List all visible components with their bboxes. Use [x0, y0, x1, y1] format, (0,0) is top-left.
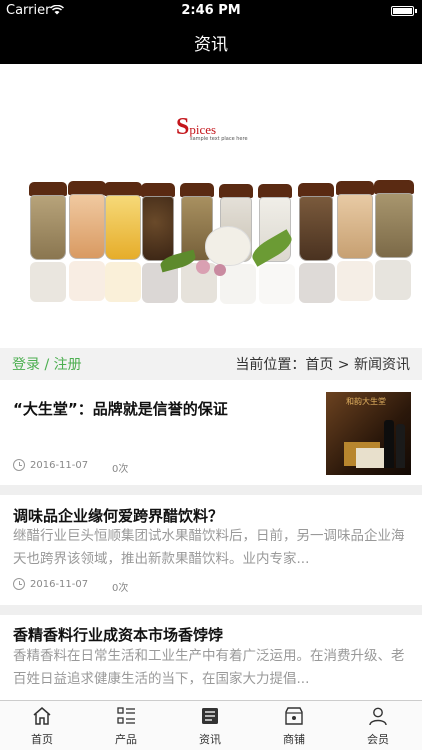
page-title: 资讯 [194, 35, 228, 55]
spice-jar [298, 183, 335, 303]
login-register-link[interactable]: 登录 / 注册 [12, 354, 82, 374]
news-description: 香精香料在日常生活和工业生产中有着广泛运用。在消费升级、老百姓日益追求健康生活的… [13, 648, 405, 687]
logo-initial: S [176, 114, 190, 140]
battery-icon [391, 6, 417, 16]
tab-bar: 首页 产品 资讯 商铺 会员 [0, 700, 422, 750]
spice-jar [374, 180, 414, 300]
breadcrumb-bar: 登录 / 注册 当前位置：首页 > 新闻资讯 [0, 348, 422, 380]
logo-subtitle: sample text place here [190, 136, 248, 142]
view-count: 0次 [112, 583, 129, 594]
news-item[interactable]: 香精香料行业成资本市场香饽饽 香精香料在日常生活和工业生产中有着广泛运用。在消费… [0, 615, 422, 700]
news-date: 2016-11-07 [13, 459, 88, 471]
tab-news[interactable]: 资讯 [168, 701, 252, 750]
news-icon [202, 708, 218, 724]
divider [0, 485, 422, 495]
tab-label: 资讯 [199, 733, 221, 746]
garlic-decoration [205, 226, 251, 266]
news-item[interactable]: “大生堂”：品牌就是信誉的保证 2016-11-07 0次 和韵大生堂 [0, 380, 422, 485]
store-icon [285, 707, 303, 725]
clock-icon [13, 578, 25, 590]
view-count: 0次 [112, 464, 129, 475]
flower-decoration [196, 260, 210, 274]
spice-jar [29, 182, 67, 302]
news-title: 调味品企业缘何爱跨界醋饮料？ [13, 507, 224, 525]
spice-jar [141, 183, 178, 303]
tab-label: 会员 [367, 733, 389, 746]
top-bar: Carrier 2:46 PM 资讯 [0, 0, 422, 64]
spice-jar [336, 181, 374, 301]
thumbnail-text: 和韵大生堂 [346, 397, 386, 406]
spices-logo: Spices sample text place here [176, 114, 248, 142]
spice-jar [68, 181, 106, 301]
news-title: “大生堂”：品牌就是信誉的保证 [13, 400, 228, 418]
clock-icon [13, 459, 25, 471]
home-icon [33, 707, 51, 725]
news-thumbnail: 和韵大生堂 [326, 392, 411, 475]
tab-label: 首页 [31, 733, 53, 746]
flower-decoration [214, 264, 226, 276]
tab-label: 商铺 [283, 733, 305, 746]
spices-banner[interactable]: Spices sample text place here [0, 64, 422, 348]
spice-jar [104, 182, 142, 302]
tab-store[interactable]: 商铺 [252, 701, 336, 750]
list-icon [117, 707, 135, 724]
news-date: 2016-11-07 [13, 578, 88, 590]
clock-time: 2:46 PM [181, 3, 241, 18]
tab-products[interactable]: 产品 [84, 701, 168, 750]
status-bar: Carrier 2:46 PM [0, 0, 422, 22]
news-description: 继醋行业巨头恒顺集团试水果醋饮料后，日前，另一调味品企业海天也跨界该领域，推出新… [13, 528, 405, 567]
tab-home[interactable]: 首页 [0, 701, 84, 750]
user-icon [369, 707, 387, 726]
breadcrumb: 当前位置：首页 > 新闻资讯 [235, 357, 410, 373]
divider [0, 605, 422, 615]
news-title: 香精香料行业成资本市场香饽饽 [13, 626, 224, 644]
tab-member[interactable]: 会员 [336, 701, 420, 750]
logo-text: pices [189, 122, 217, 137]
tab-label: 产品 [115, 733, 137, 746]
news-item[interactable]: 调味品企业缘何爱跨界醋饮料？ 继醋行业巨头恒顺集团试水果醋饮料后，日前，另一调味… [0, 495, 422, 605]
